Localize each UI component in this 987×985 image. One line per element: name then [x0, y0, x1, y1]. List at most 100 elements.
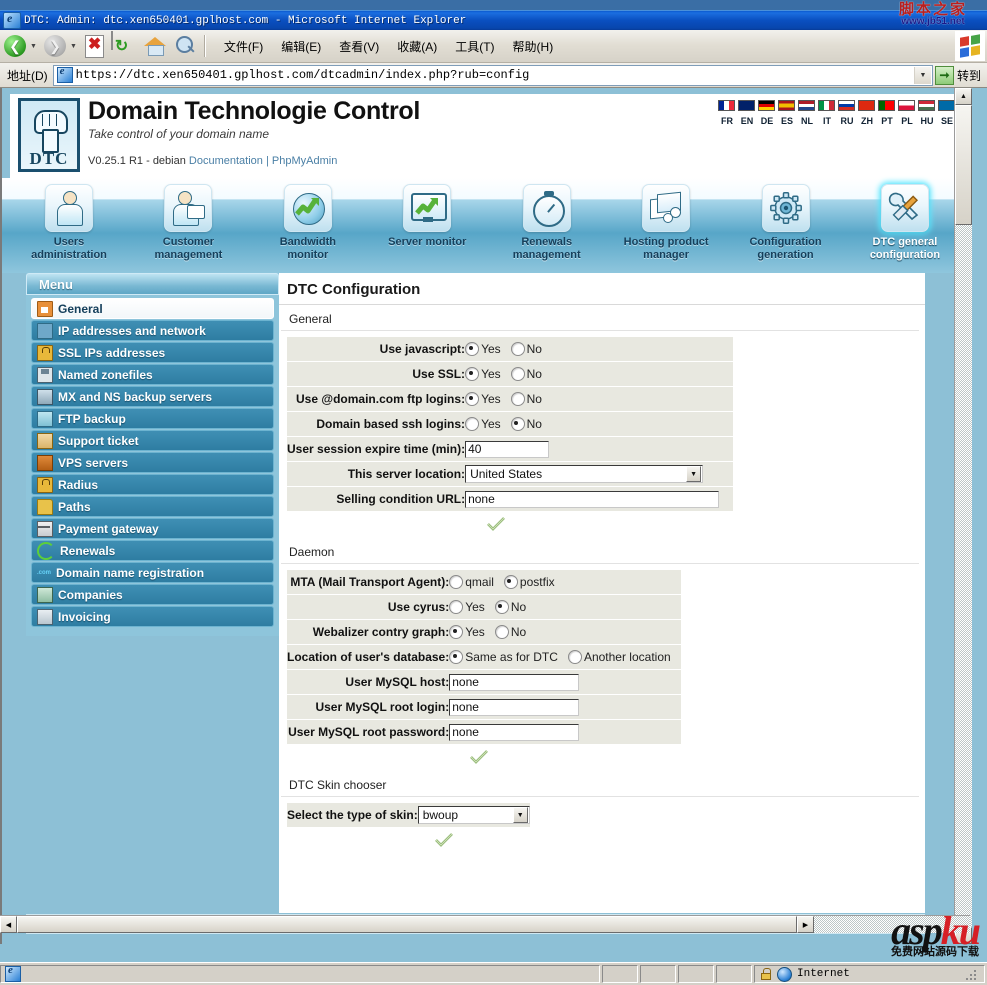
- sidebar-item-payment-gateway[interactable]: Payment gateway: [31, 518, 274, 539]
- radio-use-cyrus-no[interactable]: [494, 600, 509, 615]
- sidebar-item-invoicing[interactable]: Invoicing: [31, 606, 274, 627]
- sidebar-item-label: MX and NS backup servers: [58, 389, 213, 404]
- address-input[interactable]: https://dtc.xen650401.gplhost.com/dtcadm…: [52, 64, 933, 86]
- nav-customer-management[interactable]: Customer management: [133, 178, 243, 262]
- submit-general-button[interactable]: [487, 516, 505, 532]
- nav-configuration-generation[interactable]: Configuration generation: [731, 178, 841, 262]
- status-message: [0, 964, 600, 983]
- lang-hu[interactable]: HU: [918, 100, 936, 129]
- title-block: Domain Technologie Control Take control …: [88, 96, 420, 168]
- radio-ssh-logins-yes[interactable]: [465, 417, 480, 432]
- back-dropdown-icon[interactable]: ▼: [30, 43, 37, 50]
- hscroll-left-button[interactable]: ◀: [0, 916, 17, 933]
- go-button[interactable]: ➞ 转到: [933, 65, 985, 85]
- sidebar-menu-list: General IP addresses and network SSL IPs…: [26, 295, 279, 636]
- lang-ru[interactable]: RU: [838, 100, 856, 129]
- section-title-skin-chooser: DTC Skin chooser: [281, 771, 919, 797]
- page-horizontal-scrollbar[interactable]: ◀ ▶: [0, 915, 970, 933]
- sidebar-item-ssl-ips-addresses[interactable]: SSL IPs addresses: [31, 342, 274, 363]
- lang-fr[interactable]: FR: [718, 100, 736, 129]
- sidebar-item-companies[interactable]: Companies: [31, 584, 274, 605]
- refresh-button[interactable]: ↻: [110, 31, 139, 60]
- back-button[interactable]: ❮: [1, 32, 29, 60]
- sidebar-item-paths[interactable]: Paths: [31, 496, 274, 517]
- sidebar-item-general[interactable]: General: [31, 298, 274, 319]
- credit-card-icon: [37, 520, 53, 537]
- menu-edit[interactable]: 编辑(E): [272, 35, 330, 58]
- search-button[interactable]: [171, 32, 199, 60]
- lang-it[interactable]: IT: [818, 100, 836, 129]
- phpmyadmin-link[interactable]: PhpMyAdmin: [272, 155, 337, 167]
- documentation-link[interactable]: Documentation: [189, 155, 263, 167]
- sidebar-item-vps-servers[interactable]: VPS servers: [31, 452, 274, 473]
- nav-renewals-management[interactable]: Renewals management: [492, 178, 602, 262]
- sidebar-item-mx-and-ns-backup-servers[interactable]: MX and NS backup servers: [31, 386, 274, 407]
- scroll-up-button[interactable]: ▲: [955, 88, 972, 105]
- row-value: [465, 436, 734, 462]
- radio-use-cyrus-yes[interactable]: [449, 600, 464, 615]
- radio-ftp-logins-yes[interactable]: [465, 392, 480, 407]
- sidebar-item-named-zonefiles[interactable]: Named zonefiles: [31, 364, 274, 385]
- resize-grip[interactable]: [962, 966, 978, 982]
- page-vertical-scrollbar[interactable]: ▲ ▼: [954, 88, 972, 944]
- radio-webalizer-no[interactable]: [494, 625, 509, 640]
- radio-webalizer-yes[interactable]: [449, 625, 464, 640]
- home-button[interactable]: [141, 32, 169, 60]
- lang-pt[interactable]: PT: [878, 100, 896, 129]
- menu-favorites[interactable]: 收藏(A): [388, 35, 446, 58]
- mysql-root-password-input[interactable]: [449, 723, 580, 741]
- lang-pl[interactable]: PL: [898, 100, 916, 129]
- radio-use-javascript-no[interactable]: [510, 342, 525, 357]
- menu-help[interactable]: 帮助(H): [504, 35, 563, 58]
- hscroll-thumb[interactable]: [17, 916, 797, 933]
- mysql-host-input[interactable]: [449, 673, 580, 691]
- radio-use-javascript-yes[interactable]: [465, 342, 480, 357]
- lang-de[interactable]: DE: [758, 100, 776, 129]
- radio-db-another-location[interactable]: [567, 650, 582, 665]
- radio-db-same-as-dtc[interactable]: [449, 650, 464, 665]
- row-label: User MySQL host:: [287, 669, 450, 695]
- ticket-icon: [37, 432, 53, 449]
- menu-tools[interactable]: 工具(T): [446, 35, 503, 58]
- menu-file[interactable]: 文件(F): [215, 35, 272, 58]
- lang-nl[interactable]: NL: [798, 100, 816, 129]
- sidebar-item-renewals[interactable]: Renewals: [31, 540, 274, 561]
- radio-mta-postfix[interactable]: [503, 575, 518, 590]
- sidebar-item-support-ticket[interactable]: Support ticket: [31, 430, 274, 451]
- nav-bandwidth-monitor[interactable]: Bandwidth monitor: [253, 178, 363, 262]
- forward-button[interactable]: ❯: [41, 32, 69, 60]
- nav-server-monitor[interactable]: Server monitor: [372, 178, 482, 262]
- radio-mta-qmail[interactable]: [449, 575, 464, 590]
- lock-icon: [37, 344, 53, 361]
- radio-use-ssl-yes[interactable]: [465, 367, 480, 382]
- nav-hosting-product-manager[interactable]: Hosting product manager: [611, 178, 721, 262]
- mysql-root-login-input[interactable]: [449, 698, 580, 716]
- server-location-select[interactable]: United States ▼: [465, 465, 704, 483]
- address-dropdown-icon[interactable]: ▼: [913, 66, 931, 84]
- lang-en[interactable]: EN: [738, 100, 756, 129]
- forward-dropdown-icon[interactable]: ▼: [70, 43, 77, 50]
- sidebar-item-radius[interactable]: Radius: [31, 474, 274, 495]
- sidebar-item-ftp-backup[interactable]: FTP backup: [31, 408, 274, 429]
- submit-daemon-button[interactable]: [470, 749, 488, 765]
- version-text: V0.25.1 R1 - debian: [88, 155, 186, 167]
- lang-es[interactable]: ES: [778, 100, 796, 129]
- radio-use-ssl-no[interactable]: [510, 367, 525, 382]
- hscroll-right-button[interactable]: ▶: [797, 916, 814, 933]
- lang-zh[interactable]: ZH: [858, 100, 876, 129]
- session-expire-input[interactable]: [465, 440, 550, 458]
- selling-condition-url-input[interactable]: [465, 490, 720, 508]
- stop-button[interactable]: ✖: [81, 32, 109, 60]
- radio-ssh-logins-no[interactable]: [510, 417, 525, 432]
- sidebar-item-ip-addresses-and-network[interactable]: IP addresses and network: [31, 320, 274, 341]
- nav-dtc-general-configuration[interactable]: DTC general configuration: [850, 178, 960, 262]
- scroll-thumb[interactable]: [955, 105, 972, 225]
- language-flags: FR EN DE ES NL IT RU ZH PT PL HU SE: [718, 100, 956, 129]
- radio-ftp-logins-no[interactable]: [510, 392, 525, 407]
- skin-select[interactable]: bwoup ▼: [417, 806, 530, 824]
- menu-view[interactable]: 查看(V): [330, 35, 388, 58]
- sidebar-item-domain-name-registration[interactable]: .com Domain name registration: [31, 562, 274, 583]
- nav-users-administration[interactable]: Users administration: [14, 178, 124, 262]
- submit-skin-button[interactable]: [435, 832, 453, 848]
- nav-label-line2: management: [154, 249, 223, 261]
